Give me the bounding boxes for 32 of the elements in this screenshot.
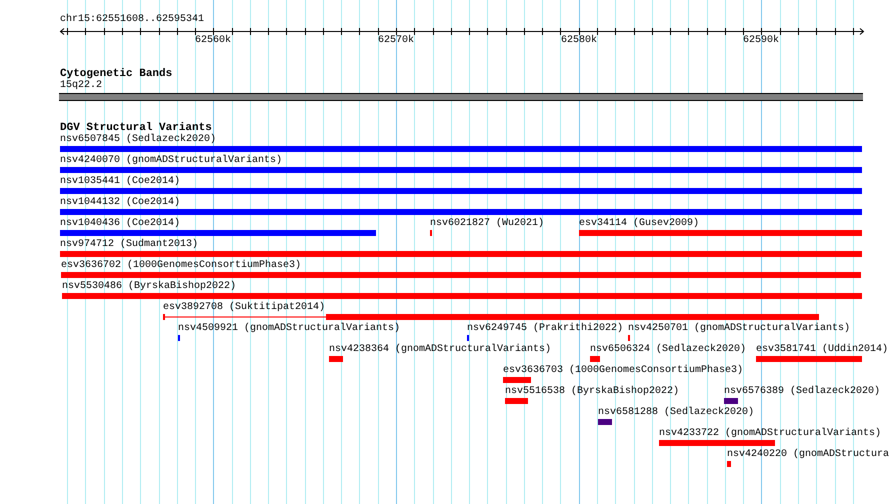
ruler-tick-label: 62570k [378, 36, 414, 46]
variant-label: nsv6581288 (Sedlazeck2020) [598, 408, 754, 418]
variant-label: nsv1044132 (Coe2014) [60, 198, 180, 208]
variant-label: esv34114 (Gusev2009) [579, 219, 700, 229]
variant-label: nsv4509921 (gnomADStructuralVariants) [178, 324, 400, 334]
variant-label: nsv4240070 (gnomADStructuralVariants) [60, 156, 282, 166]
variant-label: nsv1040436 (Coe2014) [60, 219, 180, 229]
track-title: Cytogenetic Bands [60, 69, 172, 80]
variant-label: nsv6249745 (Prakrithi2022) [467, 324, 624, 334]
track-title: DGV Structural Variants [60, 123, 212, 134]
variant-label: nsv6506324 (Sedlazeck2020) [590, 345, 746, 355]
variant-label: nsv4238364 (gnomADStructuralVariants) [329, 345, 552, 355]
variant-bar[interactable] [163, 314, 819, 320]
ruler-tick-label: 62560k [195, 36, 231, 46]
variant-label: nsv6507845 (Sedlazeck2020) [60, 135, 216, 145]
variant-label: esv3892708 (Suktitipat2014) [163, 303, 326, 313]
variant-label: nsv6021827 (Wu2021) [430, 219, 544, 229]
variant-label: nsv4233722 (gnomADStructuralVariants) [659, 429, 882, 439]
variant-label: nsv974712 (Sudmant2013) [60, 240, 198, 250]
variant-label: esv3636703 (1000GenomesConsortiumPhase3) [503, 366, 744, 376]
variant-label: nsv5530486 (ByrskaBishop2022) [62, 282, 236, 292]
location-label: chr15:62551608..62595341 [60, 15, 204, 25]
variant-label: nsv5516538 (ByrskaBishop2022) [505, 387, 680, 397]
variant-label: esv3581741 (Uddin2014) [756, 345, 888, 355]
variant-label: nsv4250701 (gnomADStructuralVariants) [628, 324, 850, 334]
band-label: 15q22.2 [60, 81, 102, 91]
ruler-tick-label: 62590k [743, 36, 779, 46]
ruler-tick-label: 62580k [561, 36, 597, 46]
variant-label: nsv6576389 (Sedlazeck2020) [724, 387, 880, 397]
variant-label: nsv4240220 (gnomADStructura [727, 450, 890, 460]
variant-label: nsv1035441 (Coe2014) [60, 177, 180, 187]
variant-label: esv3636702 (1000GenomesConsortiumPhase3) [61, 261, 302, 271]
